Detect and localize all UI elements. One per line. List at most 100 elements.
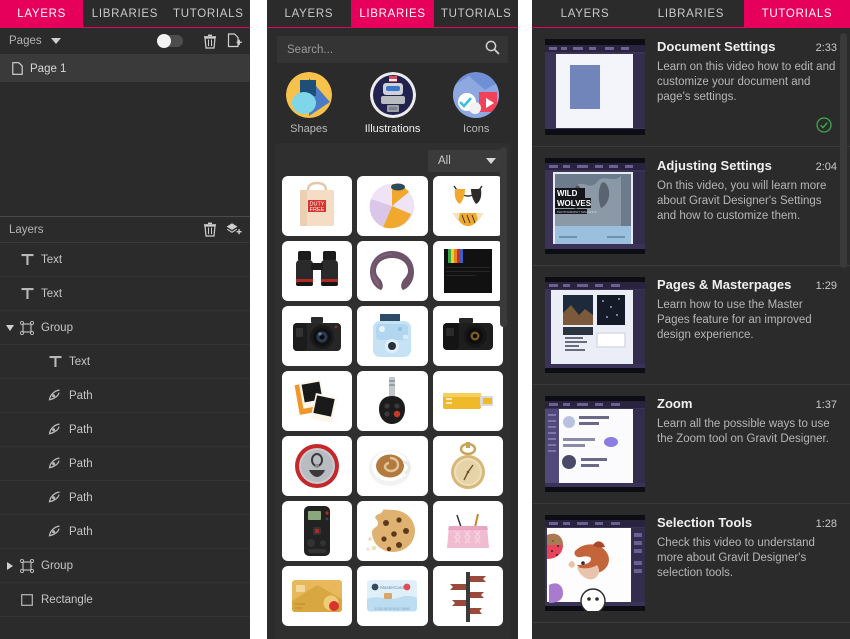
tutorial-duration: 2:04 (815, 161, 837, 173)
libraries-scrollbar[interactable] (500, 147, 507, 327)
library-items-panel: All DUTY FREE MasterCard 1234 5678 9012 345… (275, 143, 510, 639)
instant-photo-film-pack-illustration (442, 247, 494, 295)
category-icons[interactable]: Icons (434, 72, 518, 135)
tutorial-duration: 1:37 (815, 399, 837, 411)
instant-photos-pack-illustration (293, 377, 341, 425)
tutorial-item[interactable]: WILD WOLVES PHOTOGRAPHY MAGAZINE Adjusting … (532, 147, 850, 266)
page-list-item[interactable]: Page 1 (0, 55, 250, 82)
layer-row[interactable]: Group (0, 549, 250, 583)
layer-row[interactable]: Path (0, 413, 250, 447)
trash-icon[interactable] (201, 221, 219, 239)
add-page-icon[interactable] (225, 32, 243, 50)
tutorial-description: Check this video to understand more abou… (657, 537, 815, 579)
category-label: Shapes (290, 123, 328, 135)
middle-panel-tabbar: LAYERS LIBRARIES TUTORIALS (267, 0, 518, 28)
gold-credit-card-illustration (291, 579, 343, 613)
library-item[interactable] (282, 306, 353, 366)
library-filter-select[interactable]: All (428, 150, 502, 172)
tab-layers[interactable]: LAYERS (267, 0, 351, 27)
tutorials-scrollbar[interactable] (840, 33, 847, 268)
tutorial-title: Zoom (657, 396, 693, 411)
pages-masterpages-thumbnail[interactable] (545, 277, 645, 373)
layer-row[interactable]: Rectangle (0, 583, 250, 617)
tab-tutorials[interactable]: TUTORIALS (744, 0, 850, 27)
document-settings-thumbnail[interactable] (545, 39, 645, 135)
selection-tools-fox-thumbnail[interactable] (545, 515, 645, 611)
layer-row[interactable]: Group (0, 311, 250, 345)
tab-libraries[interactable]: LIBRARIES (83, 0, 167, 27)
library-item[interactable] (357, 436, 428, 496)
add-layer-icon[interactable] (225, 221, 243, 239)
illustrations-robot-thumbnail (369, 72, 416, 118)
library-item[interactable] (432, 436, 503, 496)
layers-label: Layers (9, 223, 44, 236)
tab-tutorials[interactable]: TUTORIALS (166, 0, 250, 27)
pages-empty-area (0, 82, 250, 216)
search-input[interactable] (285, 42, 485, 57)
library-item[interactable] (432, 566, 503, 626)
library-item[interactable] (432, 176, 503, 236)
layer-row[interactable]: Path (0, 379, 250, 413)
search-box[interactable] (277, 36, 508, 63)
tab-libraries[interactable]: LIBRARIES (350, 0, 435, 27)
tutorial-item[interactable]: Zoom 1:37 Learn all the possible ways to u… (532, 385, 850, 504)
library-item[interactable] (282, 241, 353, 301)
tutorial-item[interactable]: Document Settings 2:33 Learn on this video… (532, 28, 850, 147)
directions-signpost-illustration (445, 570, 491, 622)
svg-text:FREE: FREE (310, 207, 325, 213)
group-icon (17, 320, 37, 335)
layer-label: Group (41, 321, 73, 334)
tutorial-item[interactable]: Selection Tools 1:28 Check this video to u… (532, 504, 850, 623)
left-panel-tabbar: LAYERS LIBRARIES TUTORIALS (0, 0, 250, 28)
category-illustrations[interactable]: Illustrations (351, 72, 435, 135)
layer-label: Path (69, 389, 93, 402)
shapes-thumbnail (285, 72, 332, 118)
zoom-thumbnail[interactable] (545, 396, 645, 492)
layer-row[interactable]: Path (0, 515, 250, 549)
layer-disclosure-closed-icon[interactable] (3, 561, 17, 570)
tab-layers[interactable]: LAYERS (0, 0, 84, 27)
library-item[interactable] (357, 371, 428, 431)
gravit-designer-panels: LAYERS LIBRARIES TUTORIALS Pages Page 1 … (0, 0, 850, 639)
search-icon[interactable] (485, 40, 500, 60)
library-item[interactable] (282, 436, 353, 496)
layer-row[interactable]: Text (0, 243, 250, 277)
trash-icon[interactable] (201, 32, 219, 50)
tab-layers[interactable]: LAYERS (532, 0, 638, 27)
library-item[interactable] (282, 501, 353, 561)
layer-row[interactable]: Text (0, 345, 250, 379)
tutorial-item[interactable]: Pages & Masterpages 1:29 Learn how to use … (532, 266, 850, 385)
pages-visibility-toggle[interactable] (157, 34, 183, 48)
panel-divider-2 (518, 0, 532, 639)
library-item[interactable]: MasterCard 1234 5678 9012 3456 (357, 566, 428, 626)
svg-text:1234 5678 9012 3456: 1234 5678 9012 3456 (375, 607, 410, 611)
wild-wolves-thumbnail[interactable]: WILD WOLVES PHOTOGRAPHY MAGAZINE (545, 158, 645, 254)
library-item[interactable] (282, 566, 353, 626)
chevron-down-icon[interactable] (50, 38, 61, 44)
layer-label: Path (69, 457, 93, 470)
library-item[interactable] (357, 501, 428, 561)
library-item[interactable] (432, 241, 503, 301)
layer-row[interactable]: Text (0, 277, 250, 311)
svg-text:WOLVES: WOLVES (557, 199, 592, 208)
library-item[interactable] (357, 306, 428, 366)
library-item[interactable] (357, 241, 428, 301)
chevron-down-icon[interactable] (486, 158, 496, 164)
category-label: Icons (463, 123, 490, 135)
library-item[interactable] (432, 501, 503, 561)
layer-disclosure-open-icon[interactable] (3, 324, 17, 331)
library-item[interactable] (432, 306, 503, 366)
tab-libraries[interactable]: LIBRARIES (638, 0, 744, 27)
path-icon (45, 389, 65, 402)
library-item[interactable] (357, 176, 428, 236)
layer-row[interactable]: Path (0, 447, 250, 481)
library-item[interactable] (282, 371, 353, 431)
layer-row[interactable]: Path (0, 481, 250, 515)
tutorial-description: On this video, you will learn more about… (657, 180, 827, 222)
tab-tutorials[interactable]: TUTORIALS (434, 0, 518, 27)
library-item[interactable] (432, 371, 503, 431)
layers-list: Text Text Group Text Path Path Path Path Path Gro… (0, 243, 250, 617)
category-shapes[interactable]: Shapes (267, 72, 351, 135)
tutorial-description: Learn how to use the Master Pages featur… (657, 299, 812, 341)
library-item[interactable]: DUTY FREE (282, 176, 353, 236)
